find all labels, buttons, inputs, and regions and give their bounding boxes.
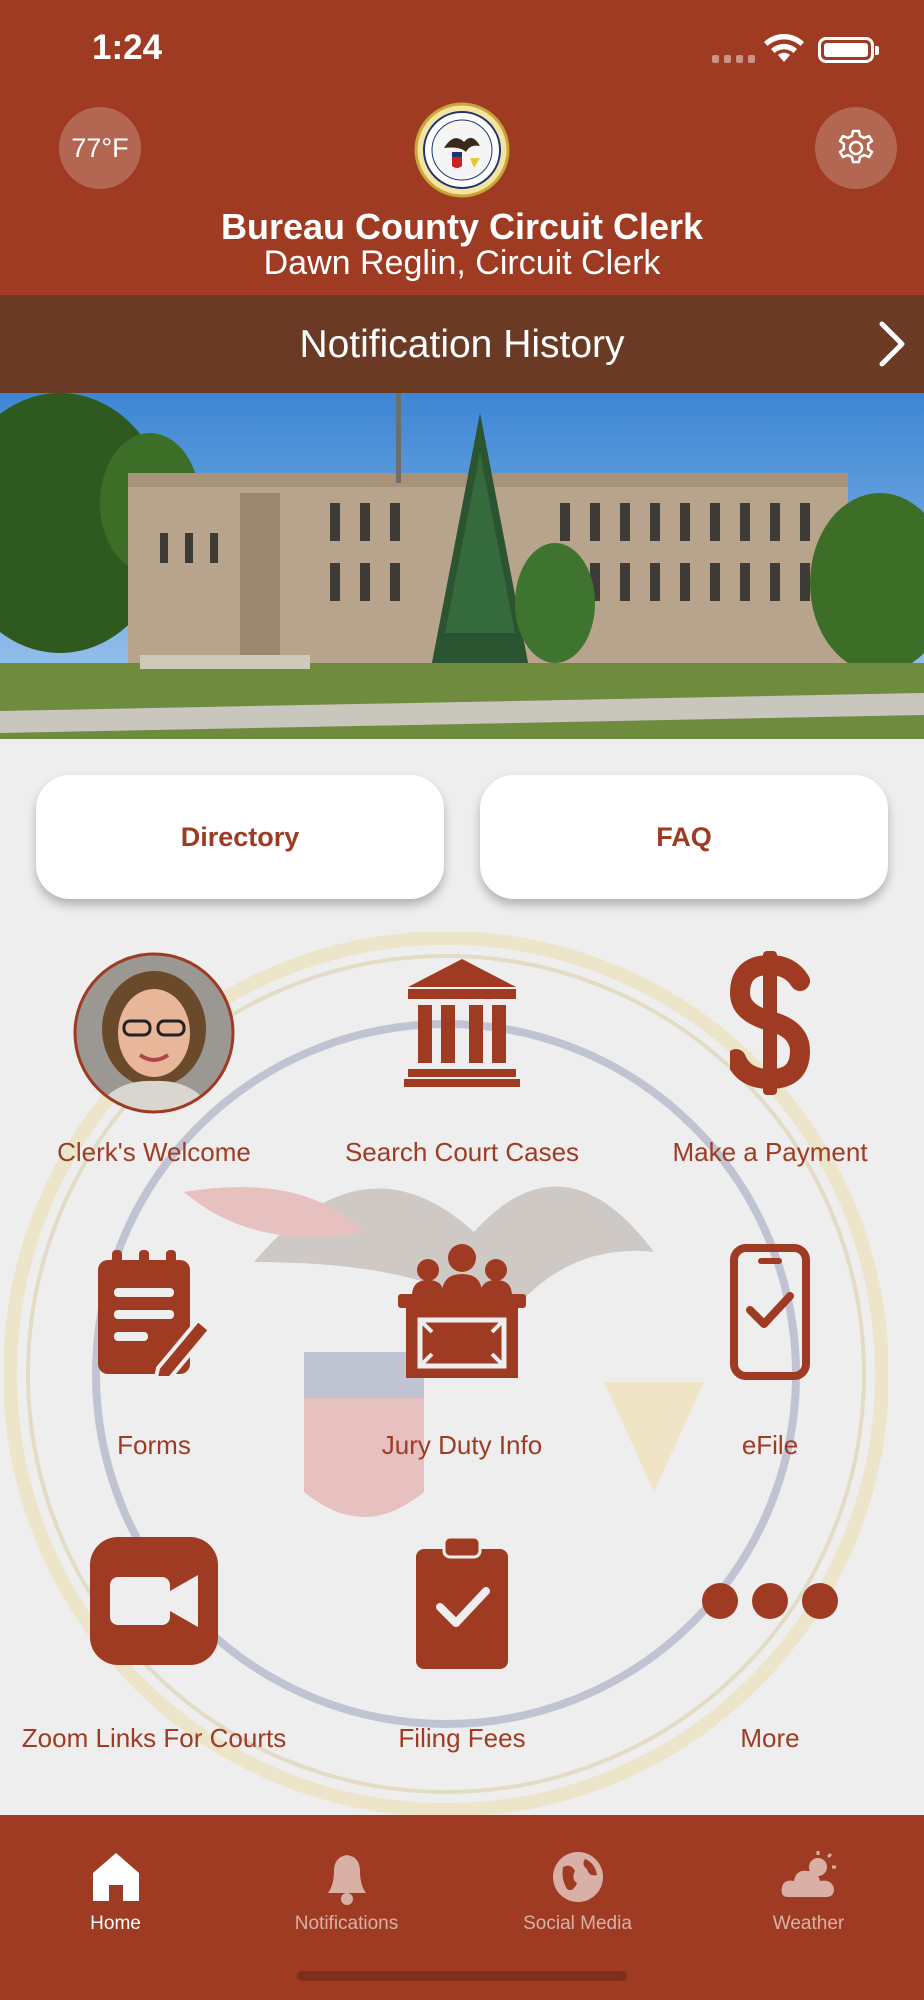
tile-make-a-payment[interactable]: Make a Payment xyxy=(616,951,924,1181)
tab-label: Weather xyxy=(772,1913,845,1934)
directory-button[interactable]: Directory xyxy=(36,775,444,899)
tab-label: Social Media xyxy=(523,1913,632,1934)
tile-zoom-links[interactable]: Zoom Links For Courts xyxy=(0,1537,308,1767)
cellular-signal-icon xyxy=(712,55,755,63)
notification-history-bar[interactable]: Notification History xyxy=(0,295,924,393)
tab-social-media[interactable]: Social Media xyxy=(462,1833,693,1953)
tile-label: Zoom Links For Courts xyxy=(21,1723,287,1753)
home-indicator xyxy=(297,1971,627,1981)
app-title: Bureau County Circuit Clerk xyxy=(220,206,704,247)
tile-label: Forms xyxy=(117,1430,191,1460)
gear-icon xyxy=(838,129,874,164)
courthouse-icon xyxy=(404,959,520,1087)
tab-home[interactable]: Home xyxy=(0,1833,231,1953)
temperature-button[interactable]: 77°F xyxy=(59,107,141,189)
tile-jury-duty-info[interactable]: Jury Duty Info xyxy=(308,1244,616,1474)
app-header: 1:24 77°F Bureau County Circuit Clerk Da… xyxy=(0,0,924,295)
tab-label: Home xyxy=(90,1913,141,1934)
notification-history-label: Notification History xyxy=(299,323,625,366)
courthouse-photo xyxy=(0,393,924,739)
ellipsis-icon xyxy=(702,1583,838,1619)
dollar-icon xyxy=(730,951,810,1095)
tab-weather[interactable]: Weather xyxy=(693,1833,924,1953)
tile-filing-fees[interactable]: Filing Fees xyxy=(308,1537,616,1767)
form-edit-icon xyxy=(98,1250,213,1378)
home-grid: Directory FAQ Clerk's Welcome Search Cou… xyxy=(0,739,924,1815)
tile-label: Make a Payment xyxy=(672,1137,868,1167)
tile-label: Clerk's Welcome xyxy=(57,1137,251,1167)
wifi-icon xyxy=(764,34,804,62)
status-time: 1:24 xyxy=(92,28,163,67)
tile-efile[interactable]: eFile xyxy=(616,1244,924,1474)
tile-more[interactable]: More xyxy=(616,1537,924,1767)
chevron-right-icon xyxy=(879,321,905,367)
phone-check-icon xyxy=(730,1244,810,1380)
battery-icon xyxy=(818,37,879,63)
tile-label: Search Court Cases xyxy=(344,1137,580,1167)
tile-label: eFile xyxy=(741,1430,799,1460)
tab-notifications[interactable]: Notifications xyxy=(231,1833,462,1953)
tile-search-court-cases[interactable]: Search Court Cases xyxy=(308,951,616,1181)
bell-icon xyxy=(327,1855,366,1905)
county-seal-logo xyxy=(414,102,510,198)
tile-label: Filing Fees xyxy=(398,1723,526,1753)
home-icon xyxy=(92,1853,139,1901)
clipboard-check-icon xyxy=(416,1537,508,1669)
tile-forms[interactable]: Forms xyxy=(0,1244,308,1474)
tile-label: More xyxy=(740,1723,800,1753)
clerk-portrait-photo xyxy=(73,952,235,1114)
settings-button[interactable] xyxy=(815,107,897,189)
weather-icon xyxy=(781,1851,836,1897)
faq-button[interactable]: FAQ xyxy=(480,775,888,899)
video-camera-icon xyxy=(90,1537,218,1665)
tile-clerks-welcome[interactable]: Clerk's Welcome xyxy=(0,951,308,1181)
tile-label: Jury Duty Info xyxy=(381,1430,543,1460)
jury-box-icon xyxy=(398,1244,526,1378)
status-bar: 1:24 xyxy=(0,0,924,100)
app-subtitle: Dawn Reglin, Circuit Clerk xyxy=(263,244,661,282)
globe-icon xyxy=(552,1852,603,1902)
tab-label: Notifications xyxy=(294,1913,399,1934)
